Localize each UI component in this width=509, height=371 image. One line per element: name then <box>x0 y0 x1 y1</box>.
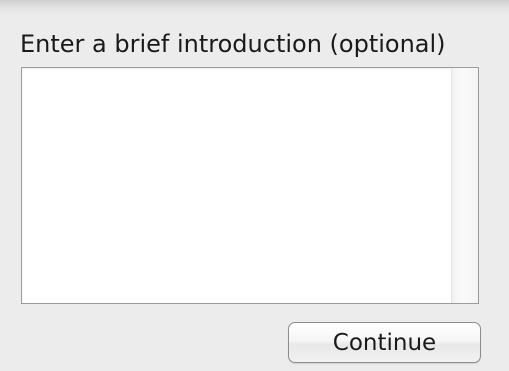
continue-button[interactable]: Continue <box>288 322 481 363</box>
introduction-prompt-label: Enter a brief introduction (optional) <box>20 30 446 58</box>
introduction-textarea-container <box>21 67 479 304</box>
introduction-textarea[interactable] <box>22 68 452 303</box>
introduction-panel: Enter a brief introduction (optional) Co… <box>0 0 509 371</box>
textarea-scrollbar[interactable] <box>451 68 478 303</box>
panel-top-edge <box>0 0 509 16</box>
